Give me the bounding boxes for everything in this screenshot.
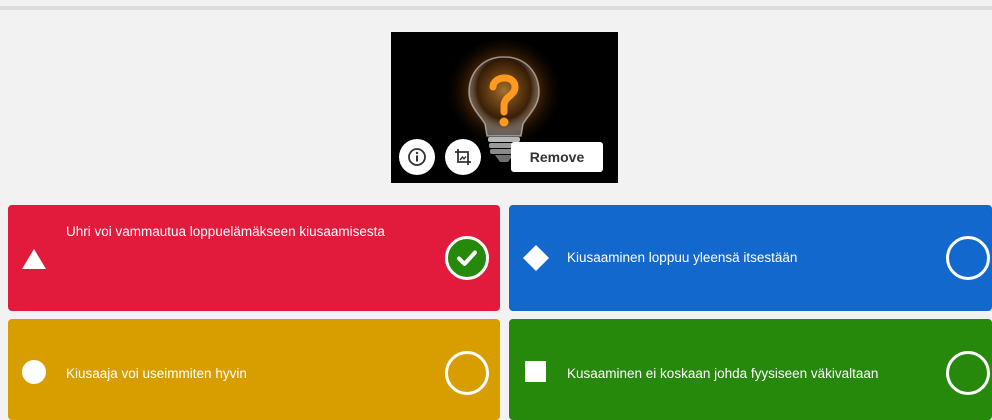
answer-correct-toggle-4[interactable] [946,351,990,395]
answer-correct-toggle-2[interactable] [946,236,990,280]
crop-icon [455,149,471,165]
circle-icon [22,360,46,384]
answer-text-2: Kiusaaminen loppuu yleensä itsestään [567,250,798,265]
answer-text-3: Kiusaaja voi useimmiten hyvin [66,366,247,381]
answer-text-4: Kusaaminen ei koskaan johda fyysiseen vä… [567,366,879,381]
image-crop-button[interactable] [445,139,481,175]
remove-image-button[interactable]: Remove [511,142,603,172]
info-icon [408,148,426,166]
answer-tile-2[interactable]: Kiusaaminen loppuu yleensä itsestään [509,205,992,311]
square-icon [525,361,546,382]
top-divider [0,6,992,10]
answer-correct-toggle-3[interactable] [445,351,489,395]
answer-correct-toggle-1[interactable] [445,236,489,280]
answer-tile-4[interactable]: Kusaaminen ei koskaan johda fyysiseen vä… [509,319,992,420]
answer-tile-1[interactable]: Uhri voi vammautua loppuelämäkseen kiusa… [8,205,500,311]
diamond-icon [523,245,549,271]
check-icon [457,250,477,266]
answer-tile-3[interactable]: Kiusaaja voi useimmiten hyvin [8,319,500,420]
image-info-button[interactable] [399,139,435,175]
triangle-icon [22,249,46,269]
answer-text-1: Uhri voi vammautua loppuelämäkseen kiusa… [66,224,385,239]
